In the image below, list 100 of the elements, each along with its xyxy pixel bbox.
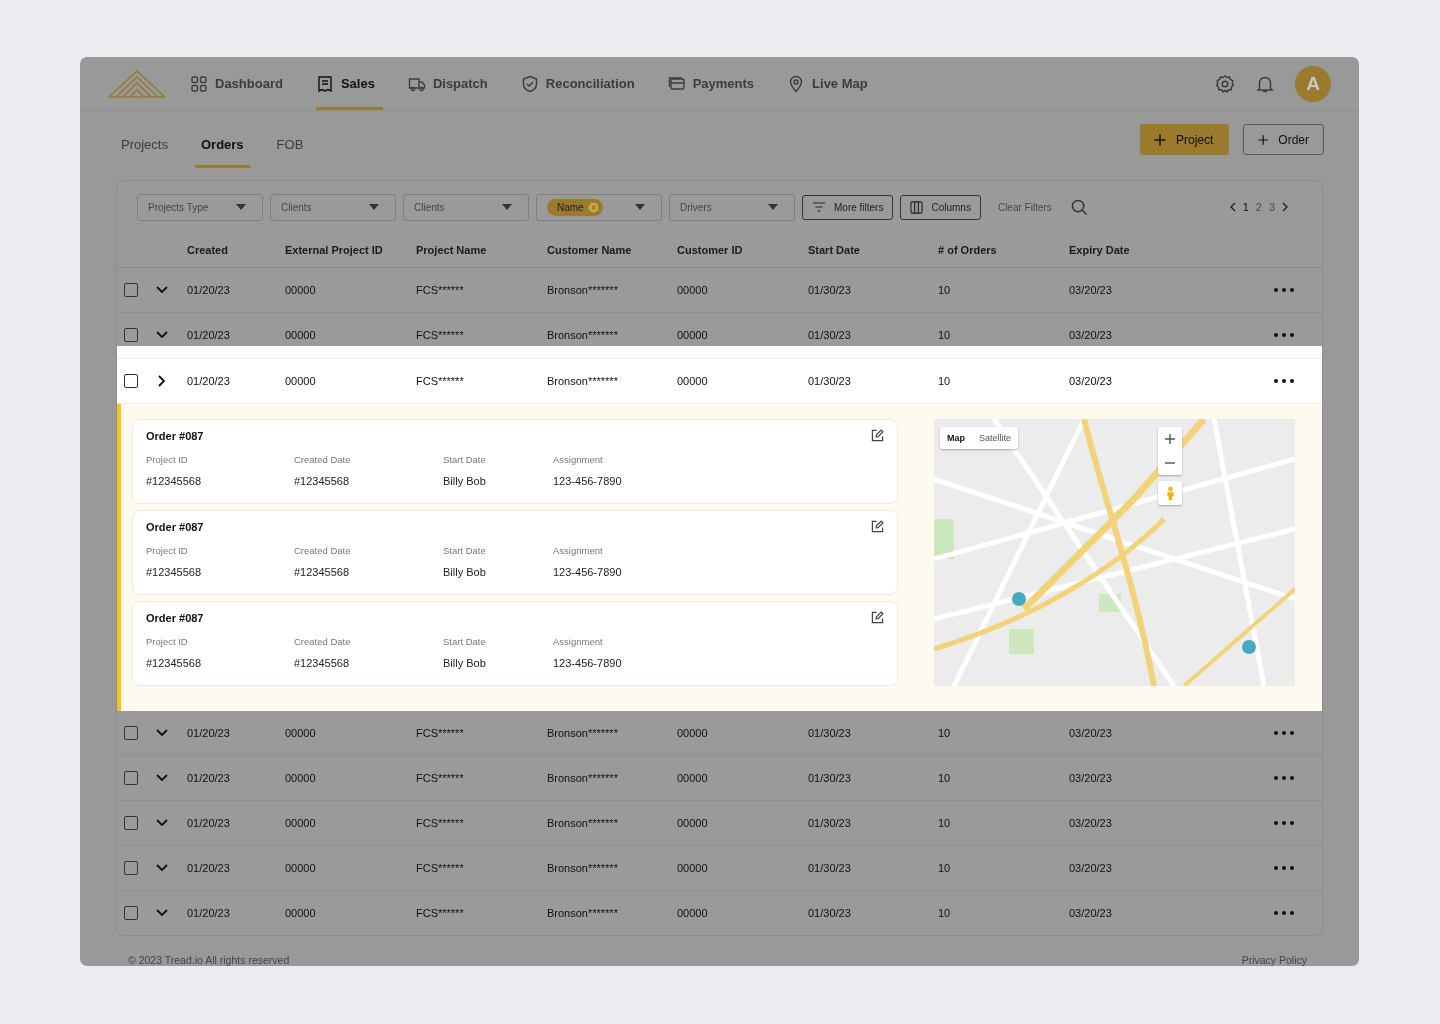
table-cell-text: 10 bbox=[938, 727, 952, 739]
table-cell-text: 03/20/23 bbox=[1069, 329, 1113, 341]
table-cell-text: 10 bbox=[938, 907, 952, 919]
row-checkbox[interactable] bbox=[124, 726, 138, 740]
field-value: 123-456-7890 bbox=[553, 566, 623, 578]
row-checkbox[interactable] bbox=[124, 906, 138, 920]
chevron-icon[interactable] bbox=[156, 331, 168, 339]
nav-tab[interactable]: Sales bbox=[315, 57, 383, 111]
field-value: #12345568 bbox=[294, 475, 351, 487]
table-cell-text: 03/20/23 bbox=[1069, 284, 1113, 296]
chevron-icon[interactable] bbox=[156, 909, 168, 917]
chevron-icon[interactable] bbox=[156, 286, 168, 294]
sub-tab[interactable]: Orders bbox=[194, 111, 250, 169]
more-options-icon[interactable] bbox=[1274, 333, 1294, 337]
more-options-icon[interactable] bbox=[1274, 821, 1294, 825]
order-title: Order #087 bbox=[146, 611, 204, 624]
field-label: Assignment bbox=[553, 454, 604, 465]
nav-tab[interactable]: Reconciliation bbox=[520, 57, 643, 111]
nav-tab[interactable]: Dashboard bbox=[190, 57, 291, 111]
columns-button[interactable]: Columns bbox=[900, 194, 981, 220]
table-cell-text: FCS****** bbox=[416, 284, 465, 296]
dropdown-caret-icon bbox=[768, 204, 778, 210]
table-cell-text: 03/20/23 bbox=[1069, 772, 1113, 784]
filter-chip[interactable]: Name bbox=[547, 198, 603, 216]
nav-tab[interactable]: Payments bbox=[667, 57, 763, 111]
receipt-icon bbox=[315, 74, 334, 93]
table-cell-text: 00000 bbox=[677, 772, 709, 784]
more-options-icon[interactable] bbox=[1274, 379, 1294, 383]
field-value: #12345568 bbox=[146, 566, 203, 578]
table-cell-text: 00000 bbox=[677, 329, 709, 341]
table-cell-text: 01/20/23 bbox=[187, 727, 231, 739]
table-cell-text: 01/20/23 bbox=[187, 817, 231, 829]
add-order-button[interactable]: Order bbox=[1243, 124, 1324, 156]
row-checkbox[interactable] bbox=[124, 328, 138, 342]
search-icon[interactable] bbox=[1070, 198, 1088, 216]
nav-tab[interactable]: Live Map bbox=[787, 57, 876, 111]
previous-page-icon[interactable] bbox=[1229, 202, 1236, 212]
table-cell-text: 00000 bbox=[677, 862, 709, 874]
card-icon bbox=[667, 74, 686, 93]
table-cell-text: 01/30/23 bbox=[808, 375, 852, 387]
row-checkbox[interactable] bbox=[124, 374, 138, 388]
table-cell-text: FCS****** bbox=[416, 862, 465, 874]
filter-dropdown[interactable]: Clients bbox=[270, 193, 396, 221]
edit-icon[interactable] bbox=[871, 520, 884, 533]
table-cell-text: 00000 bbox=[677, 284, 709, 296]
more-filters-button[interactable]: More filters bbox=[802, 194, 894, 220]
map-type-tab[interactable]: Map bbox=[940, 427, 972, 449]
table-cell-text: Bronson******* bbox=[547, 772, 619, 784]
field-label: Project ID bbox=[146, 636, 189, 647]
table-cell-text: Bronson******* bbox=[547, 862, 619, 874]
filter-dropdown[interactable]: Projects Type bbox=[137, 193, 263, 221]
table-cell-text: FCS****** bbox=[416, 907, 465, 919]
add-project-button[interactable]: Project bbox=[1140, 124, 1229, 156]
table-cell-text: 00000 bbox=[677, 727, 709, 739]
field-value: #12345568 bbox=[294, 657, 351, 669]
chevron-icon[interactable] bbox=[156, 864, 168, 872]
chevron-icon[interactable] bbox=[156, 774, 168, 782]
filter-dropdown[interactable]: Drivers bbox=[669, 193, 795, 221]
settings-icon[interactable] bbox=[1215, 73, 1235, 94]
more-options-icon[interactable] bbox=[1274, 776, 1294, 780]
row-checkbox[interactable] bbox=[124, 283, 138, 297]
map-type-tab[interactable]: Satellite bbox=[972, 427, 1019, 449]
nav-tab[interactable]: Dispatch bbox=[407, 57, 496, 111]
chevron-icon[interactable] bbox=[156, 819, 168, 827]
chevron-icon[interactable] bbox=[156, 729, 168, 737]
table-cell-text: 01/30/23 bbox=[808, 907, 852, 919]
page-number[interactable]: 3 bbox=[1268, 201, 1275, 213]
filter-dropdown[interactable]: Clients bbox=[403, 193, 529, 221]
copyright-text: © 2023 Tread.io All rights reserved bbox=[128, 954, 290, 966]
field-value: #12345568 bbox=[294, 566, 351, 578]
more-options-icon[interactable] bbox=[1274, 911, 1294, 915]
sub-tab[interactable]: Projects bbox=[119, 111, 170, 169]
more-options-icon[interactable] bbox=[1274, 866, 1294, 870]
privacy-policy-link[interactable]: Privacy Policy bbox=[1241, 954, 1307, 966]
row-checkbox[interactable] bbox=[124, 816, 138, 830]
clear-filters-link[interactable]: Clear Filters bbox=[997, 201, 1052, 213]
table-cell-text: 01/30/23 bbox=[808, 817, 852, 829]
filter-dropdown[interactable]: Name bbox=[536, 193, 662, 221]
next-page-icon[interactable] bbox=[1282, 202, 1288, 212]
grid-icon bbox=[190, 74, 208, 93]
page-number[interactable]: 2 bbox=[1255, 201, 1262, 213]
table-cell-text: 01/30/23 bbox=[808, 284, 852, 296]
edit-icon[interactable] bbox=[871, 429, 884, 442]
table-cell-text: 03/20/23 bbox=[1069, 907, 1113, 919]
edit-icon[interactable] bbox=[871, 611, 884, 624]
row-checkbox[interactable] bbox=[124, 771, 138, 785]
table-cell-text: 01/20/23 bbox=[187, 907, 231, 919]
chevron-icon[interactable] bbox=[158, 375, 166, 387]
field-label: Assignment bbox=[553, 636, 604, 647]
table-cell-text: FCS****** bbox=[416, 772, 465, 784]
avatar[interactable]: A bbox=[1295, 65, 1331, 102]
sub-tab[interactable]: FOB bbox=[274, 111, 306, 169]
more-options-icon[interactable] bbox=[1274, 288, 1294, 292]
row-checkbox[interactable] bbox=[124, 861, 138, 875]
more-options-icon[interactable] bbox=[1274, 731, 1294, 735]
field-value: #12345568 bbox=[146, 657, 203, 669]
field-value: 123-456-7890 bbox=[553, 475, 623, 487]
page-number[interactable]: 1 bbox=[1242, 201, 1249, 213]
table-cell-text: 00000 bbox=[285, 907, 317, 919]
zoom-in-icon[interactable] bbox=[1165, 434, 1175, 444]
